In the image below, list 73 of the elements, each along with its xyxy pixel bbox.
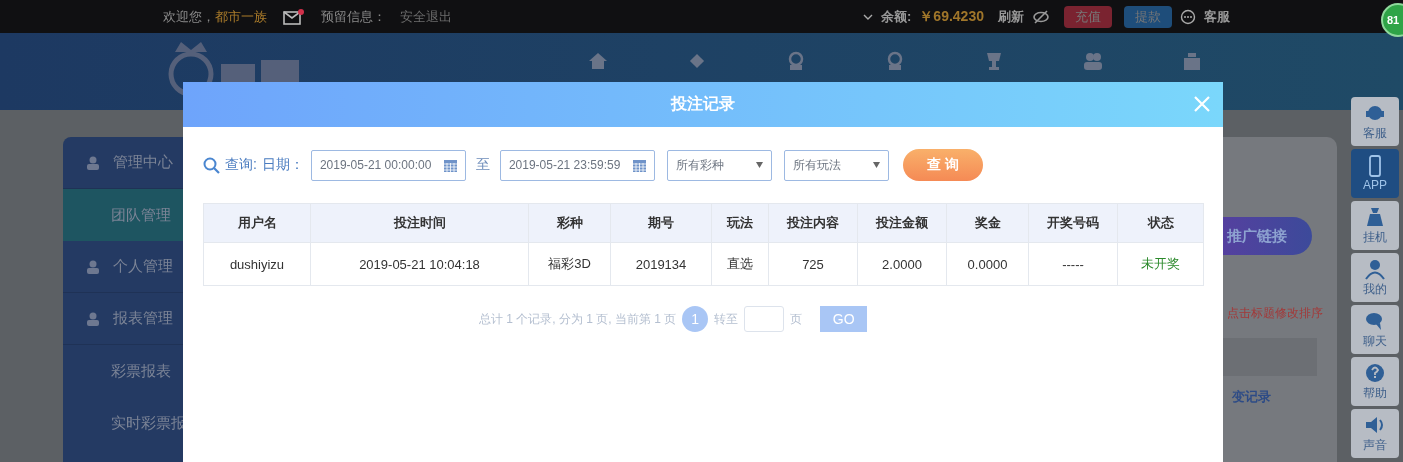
help-icon (1364, 361, 1386, 384)
section-icon (85, 258, 101, 275)
page-unit-label: 页 (790, 310, 803, 328)
query-label: 查询: (225, 156, 257, 174)
rail-button[interactable]: 声音 (1351, 409, 1399, 458)
column-header: 期号 (610, 203, 712, 243)
goto-label: 转至 (714, 310, 739, 328)
column-header: 开奖号码 (1028, 203, 1118, 243)
welcome-text: 欢迎您， (163, 7, 215, 26)
search-icon (203, 156, 220, 174)
table-cell: 2.0000 (857, 242, 947, 286)
sort-hint-text: 点击标题修改排序 (1227, 305, 1324, 322)
chat-bubble-icon[interactable] (1179, 8, 1196, 25)
pagination-summary: 总计 1 个记录, 分为 1 页, 当前第 1 页 (478, 310, 677, 328)
page-input-field[interactable] (744, 306, 785, 332)
range-separator: 至 (475, 156, 490, 174)
logout-link[interactable]: 安全退出 (400, 7, 452, 26)
username-link[interactable]: 都市一族 (215, 7, 267, 26)
column-header: 用户名 (203, 203, 311, 243)
eye-slash-icon[interactable] (1031, 9, 1050, 24)
query-button[interactable]: 查 询 (902, 149, 983, 181)
service-link[interactable]: 客服 (1203, 7, 1230, 26)
rail-button[interactable]: 挂机 (1351, 201, 1399, 250)
play-type-select[interactable]: 所有玩法 (783, 149, 889, 181)
group-icon[interactable] (1083, 51, 1103, 71)
table-cell: 725 (768, 242, 858, 286)
rail-button[interactable]: 客服 (1351, 97, 1399, 146)
table-cell: ----- (1028, 242, 1118, 286)
calendar-icon[interactable] (442, 157, 458, 173)
home-icon[interactable] (588, 51, 608, 71)
table-cell: 福彩3D (528, 242, 611, 286)
date-label: 日期： (261, 156, 304, 174)
rail-button[interactable]: APP (1351, 149, 1399, 198)
trophy-icon[interactable] (984, 51, 1004, 71)
record-link[interactable]: 变记录 (1232, 388, 1337, 406)
reserved-info-label: 预留信息： (321, 7, 386, 26)
count-badge: 81 (1381, 3, 1403, 37)
column-header: 彩种 (528, 203, 611, 243)
balance-label: 余额: (881, 7, 912, 26)
rail-button[interactable]: 帮助 (1351, 357, 1399, 406)
rail-button[interactable]: 聊天 (1351, 305, 1399, 354)
person-icon (1364, 257, 1386, 280)
refresh-link[interactable]: 刷新 (997, 7, 1024, 26)
dropdown-caret-icon (755, 162, 763, 168)
column-header: 投注金额 (857, 203, 947, 243)
mail-icon[interactable] (283, 8, 305, 25)
column-header: 玩法 (711, 203, 769, 243)
balance-amount: ￥69.4230 (919, 7, 984, 26)
table-cell: dushiyizu (203, 242, 311, 286)
table-cell: 未开奖 (1117, 242, 1204, 286)
lottery-type-select[interactable]: 所有彩种 (666, 149, 772, 181)
table-cell: 2019134 (610, 242, 712, 286)
column-header: 奖金 (946, 203, 1029, 243)
section-icon (85, 154, 101, 171)
calendar-icon[interactable] (631, 157, 647, 173)
withdraw-button[interactable]: 提款 (1123, 5, 1172, 28)
bag-icon (1364, 205, 1386, 228)
column-header: 投注时间 (310, 203, 529, 243)
recharge-button[interactable]: 充值 (1063, 5, 1112, 28)
table-cell: 2019-05-21 10:04:18 (310, 242, 529, 286)
column-header: 状态 (1117, 203, 1204, 243)
table-cell: 直选 (711, 242, 769, 286)
chevron-icon[interactable] (863, 12, 873, 21)
end-date-field[interactable]: 2019-05-21 23:59:59 (499, 149, 655, 181)
table-cell: 0.0000 (946, 242, 1029, 286)
close-icon[interactable] (1193, 95, 1211, 113)
rail-button[interactable]: 我的 (1351, 253, 1399, 302)
gift-icon[interactable] (1182, 51, 1202, 71)
section-icon (85, 310, 101, 327)
dialog-title: 投注记录 (671, 94, 735, 114)
start-date-field[interactable]: 2019-05-21 00:00:00 (310, 149, 466, 181)
dropdown-caret-icon (872, 162, 880, 168)
column-header: 投注内容 (768, 203, 858, 243)
